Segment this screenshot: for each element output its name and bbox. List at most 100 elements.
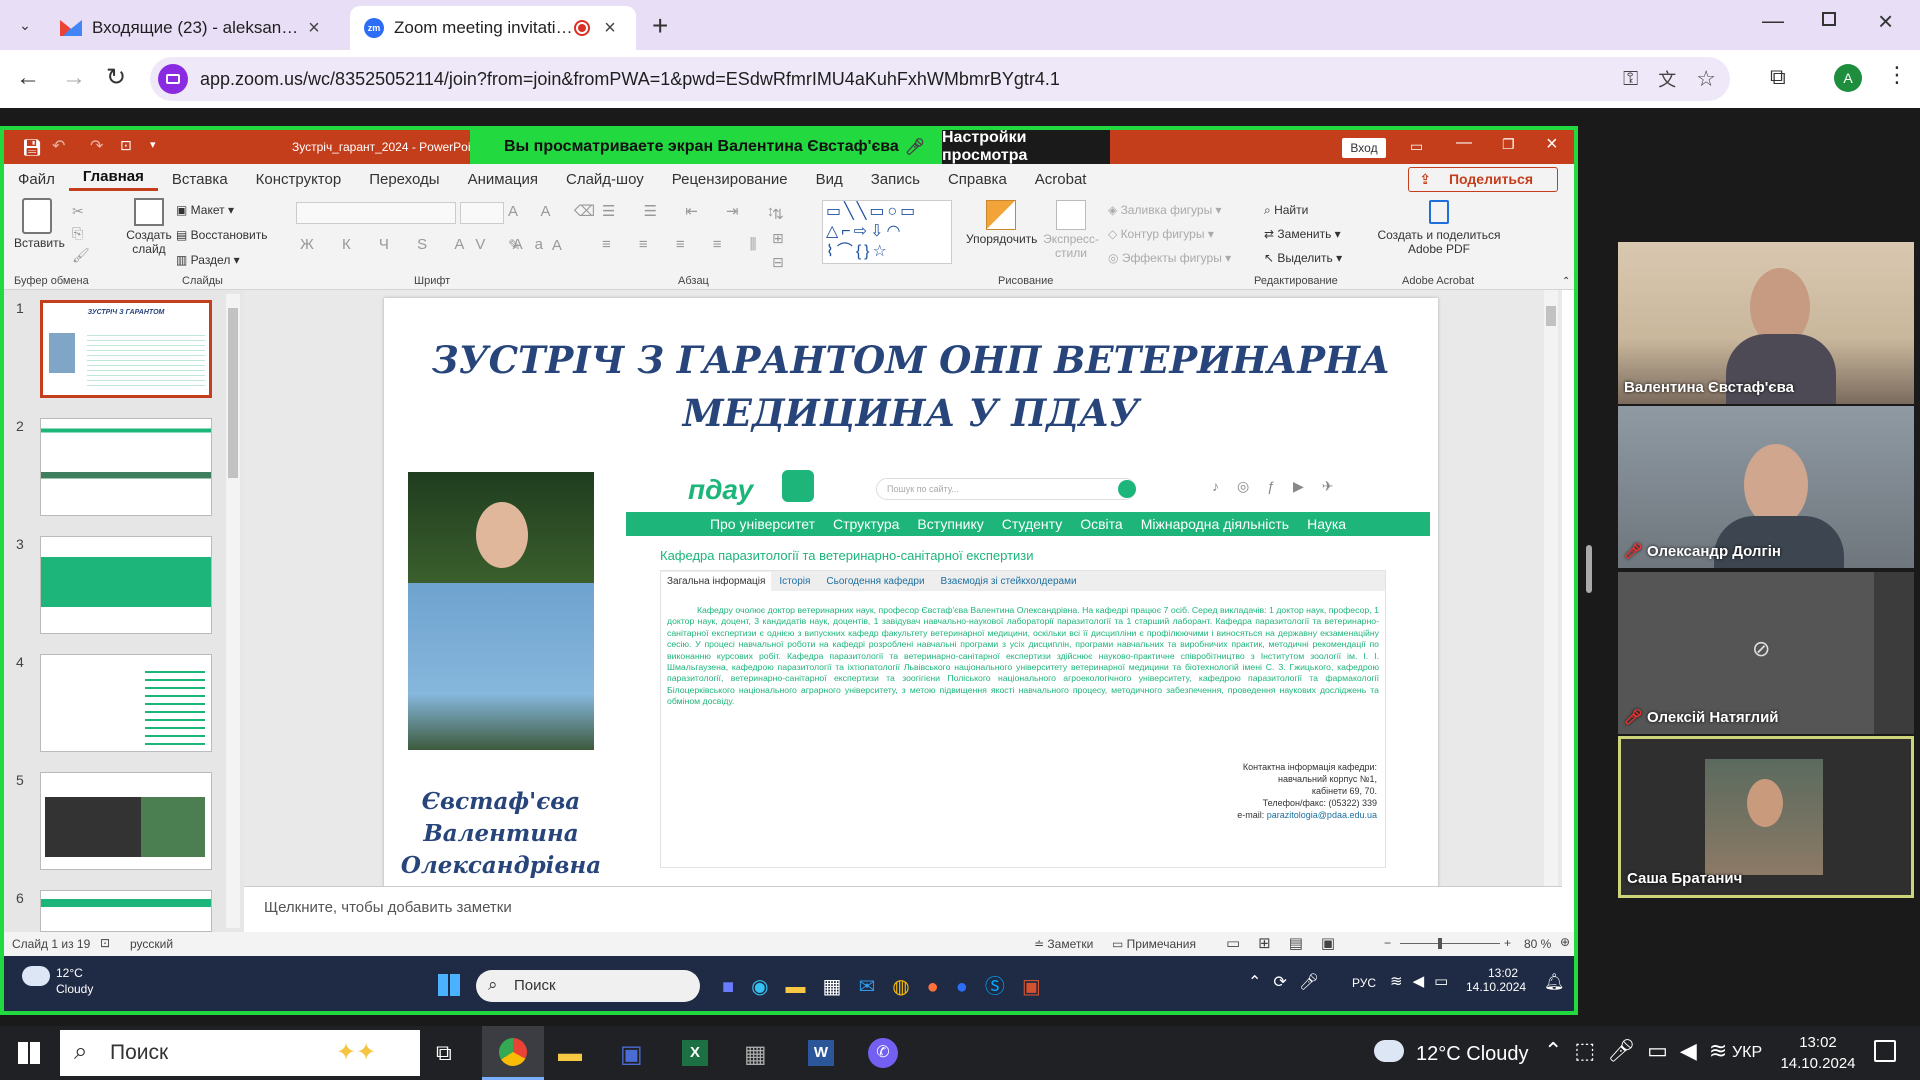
clock[interactable]: 13:02 14.10.2024: [1778, 1032, 1858, 1074]
shape-fill-button[interactable]: ◈ Заливка фигуры ▾: [1108, 198, 1231, 222]
shape-effects-button[interactable]: ◎ Эффекты фигуры ▾: [1108, 246, 1231, 270]
dept-tab[interactable]: Історія: [771, 572, 818, 591]
site-search-icon[interactable]: [1118, 480, 1136, 498]
zoom-slider[interactable]: [1400, 938, 1500, 949]
viber-icon[interactable]: ✆: [868, 1038, 898, 1068]
view-buttons[interactable]: ▭⊞▤▣: [1226, 934, 1353, 952]
section-button[interactable]: ▥ Раздел ▾: [176, 248, 268, 273]
redo-icon[interactable]: ↷: [90, 136, 103, 156]
shape-outline-button[interactable]: ◇ Контур фигуры ▾: [1108, 222, 1231, 246]
inner-lang[interactable]: РУС: [1352, 976, 1376, 990]
site-nav-item[interactable]: Про університет: [710, 516, 815, 532]
tray-icons[interactable]: ⌃⬚🎤︎▭◀≋: [1544, 1038, 1739, 1064]
ribbon-tab-acrobat[interactable]: Acrobat: [1021, 171, 1101, 188]
ppt-minimize-icon[interactable]: —: [1456, 134, 1472, 152]
zoom-in-icon[interactable]: +: [1504, 936, 1511, 950]
fit-slide-icon[interactable]: ⊕: [1560, 935, 1570, 949]
mail-icon[interactable]: ✉: [858, 976, 892, 998]
ribbon-tab-help[interactable]: Справка: [934, 171, 1021, 188]
dept-tab[interactable]: Взаємодія зі стейкхолдерами: [933, 572, 1085, 591]
back-icon[interactable]: ←: [16, 64, 40, 92]
ribbon-tab-home[interactable]: Главная: [68, 168, 158, 191]
meet-icon[interactable]: ■: [722, 976, 751, 998]
zoom-app-icon[interactable]: ●: [956, 976, 985, 998]
search-box[interactable]: ⌕ Поиск ✦✦: [60, 1030, 420, 1076]
inner-search-box[interactable]: ⌕ Поиск: [476, 970, 700, 1002]
star-icon[interactable]: ☆: [1696, 66, 1716, 92]
site-info-icon[interactable]: [158, 64, 188, 94]
excel-icon[interactable]: X: [682, 1040, 708, 1066]
site-nav-item[interactable]: Структура: [833, 516, 899, 532]
select-button[interactable]: ↖ Выделить ▾: [1264, 246, 1342, 270]
ppt-restore-icon[interactable]: ❐: [1502, 136, 1515, 153]
inner-taskbar-apps[interactable]: ■◉▬▦✉◍●●Ⓢ▣: [722, 970, 1058, 999]
slide-thumbnail-4[interactable]: [40, 654, 212, 752]
menu-icon[interactable]: ⋮: [1886, 62, 1908, 88]
tab-zoom[interactable]: zm Zoom meeting invitation - Z ×: [350, 6, 636, 50]
forward-icon[interactable]: →: [62, 64, 86, 92]
thumbs-scrollbar[interactable]: [226, 294, 240, 928]
ribbon-tab-file[interactable]: Файл: [4, 171, 69, 188]
start-icon[interactable]: [18, 1042, 40, 1064]
skype-icon[interactable]: Ⓢ: [985, 976, 1022, 998]
font-size-icons[interactable]: A A ⌫: [508, 202, 605, 220]
key-icon[interactable]: ⚿: [1623, 68, 1638, 91]
social-icons[interactable]: ♪◎ƒ▶✈: [1212, 478, 1352, 495]
notifications-icon[interactable]: [1874, 1040, 1896, 1062]
replace-button[interactable]: ⇄ Заменить ▾: [1264, 222, 1342, 246]
zoom-out-icon[interactable]: −: [1384, 936, 1391, 950]
ribbon-tab-design[interactable]: Конструктор: [242, 171, 356, 188]
participant-tile[interactable]: Валентина Євстаф'єва: [1618, 242, 1914, 404]
ribbon-tab-view[interactable]: Вид: [802, 171, 857, 188]
slide-thumbnail-1[interactable]: ЗУСТРІЧ З ГАРАНТОМ: [40, 300, 212, 398]
find-button[interactable]: ⌕ Найти: [1264, 198, 1342, 222]
view-options-button[interactable]: Настройки просмотра: [942, 130, 1110, 164]
explorer-icon[interactable]: ▬: [786, 976, 823, 998]
inner-bell-icon[interactable]: 🔔︎: [1544, 972, 1564, 992]
layout-button[interactable]: ▣ Макет ▾: [176, 198, 268, 223]
powerpoint-icon[interactable]: ▣: [1022, 976, 1058, 998]
site-nav-item[interactable]: Вступнику: [917, 516, 983, 532]
ribbon-tab-record[interactable]: Запись: [857, 171, 934, 188]
inner-tray-icons[interactable]: ⌃⟳🎤︎: [1248, 972, 1331, 992]
dept-tab[interactable]: Сьогодення кафедри: [818, 572, 932, 591]
store-icon[interactable]: ▦: [823, 976, 859, 998]
paste-button[interactable]: Вставить: [14, 198, 65, 250]
new-slide-button[interactable]: Создать слайд: [124, 198, 174, 256]
file-explorer-icon[interactable]: ▬: [558, 1040, 582, 1068]
accessibility-icon[interactable]: ⊡: [100, 936, 110, 950]
font-family-dropdown[interactable]: [296, 202, 456, 224]
participant-tile[interactable]: ⊘ 🎤︎ Олексій Натяглий: [1618, 572, 1914, 734]
inner-clock[interactable]: 13:02 14.10.2024: [1466, 966, 1526, 994]
notes-pane[interactable]: Щелкните, чтобы добавить заметки: [244, 886, 1562, 932]
calculator-icon[interactable]: ▦: [744, 1040, 767, 1069]
signin-button[interactable]: Вход: [1342, 138, 1386, 158]
site-nav-item[interactable]: Міжнародна діяльність: [1141, 516, 1289, 532]
zoom-level[interactable]: 80 %: [1524, 937, 1551, 951]
language-status[interactable]: русский: [130, 937, 173, 951]
participant-tile[interactable]: 🎤︎ Олександр Долгін: [1618, 406, 1914, 568]
notes-toggle[interactable]: ≐ Заметки: [1034, 937, 1093, 951]
edge-icon[interactable]: ◉: [751, 976, 785, 998]
translate-icon[interactable]: 文: [1658, 66, 1676, 92]
font-color-icons[interactable]: ✎ A: [508, 236, 576, 254]
ribbon-tab-animations[interactable]: Анимация: [454, 171, 552, 188]
minimize-icon[interactable]: —: [1762, 8, 1784, 34]
slide-thumbnail-2[interactable]: [40, 418, 212, 516]
chrome-taskbar-button[interactable]: [482, 1026, 544, 1080]
slide[interactable]: ЗУСТРІЧ З ГАРАНТОМ ОНП ВЕТЕРИНАРНА МЕДИЦ…: [384, 298, 1438, 890]
share-button[interactable]: ⇪ Поделиться: [1408, 166, 1558, 192]
tab-search-icon[interactable]: ⌄: [12, 12, 38, 38]
input-lang[interactable]: УКР: [1732, 1044, 1762, 1062]
reset-button[interactable]: ▤ Восстановить: [176, 223, 268, 248]
inner-network-icons[interactable]: ≋◀▭: [1390, 972, 1458, 990]
close-icon[interactable]: ×: [302, 17, 326, 40]
windows-start-icon[interactable]: [438, 974, 460, 996]
floppy-app-icon[interactable]: ▣: [620, 1040, 643, 1069]
text-direction-icons[interactable]: ⇅ ⊞ ⊟: [772, 202, 784, 274]
chrome-icon[interactable]: ◍: [892, 976, 926, 998]
close-icon[interactable]: ×: [598, 17, 622, 40]
reload-icon[interactable]: ↻: [106, 63, 126, 92]
window-close-icon[interactable]: ×: [1878, 6, 1893, 37]
profile-avatar[interactable]: A: [1834, 64, 1862, 92]
